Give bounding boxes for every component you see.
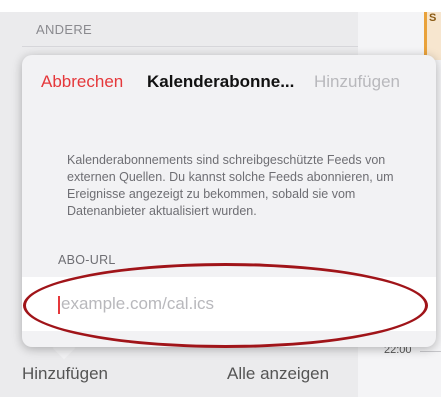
top-strip [0, 0, 441, 12]
url-field-label: ABO-URL [58, 253, 116, 267]
calendar-event[interactable]: S [424, 12, 441, 60]
section-header-other: ANDERE [36, 22, 92, 37]
dialog-title: Kalenderabonne... [147, 72, 295, 91]
show-all-button[interactable]: Alle anzeigen [227, 364, 329, 384]
url-field-row[interactable] [22, 277, 436, 331]
cancel-button[interactable]: Abbrechen [41, 72, 123, 92]
section-divider [22, 46, 358, 47]
time-gridline [420, 351, 441, 352]
dialog-navigation-bar: Abbrechen Kalenderabonne... Hinzufügen [22, 67, 436, 95]
subscription-dialog: Abbrechen Kalenderabonne... Hinzufügen K… [22, 55, 436, 347]
add-calendar-button[interactable]: Hinzufügen [22, 364, 108, 384]
bottom-toolbar: Hinzufügen Alle anzeigen [0, 355, 358, 397]
add-button[interactable]: Hinzufügen [314, 72, 400, 92]
dialog-description: Kalenderabonnements sind schreibgeschütz… [67, 153, 394, 218]
text-cursor [58, 296, 60, 314]
subscription-url-input[interactable] [61, 291, 391, 317]
